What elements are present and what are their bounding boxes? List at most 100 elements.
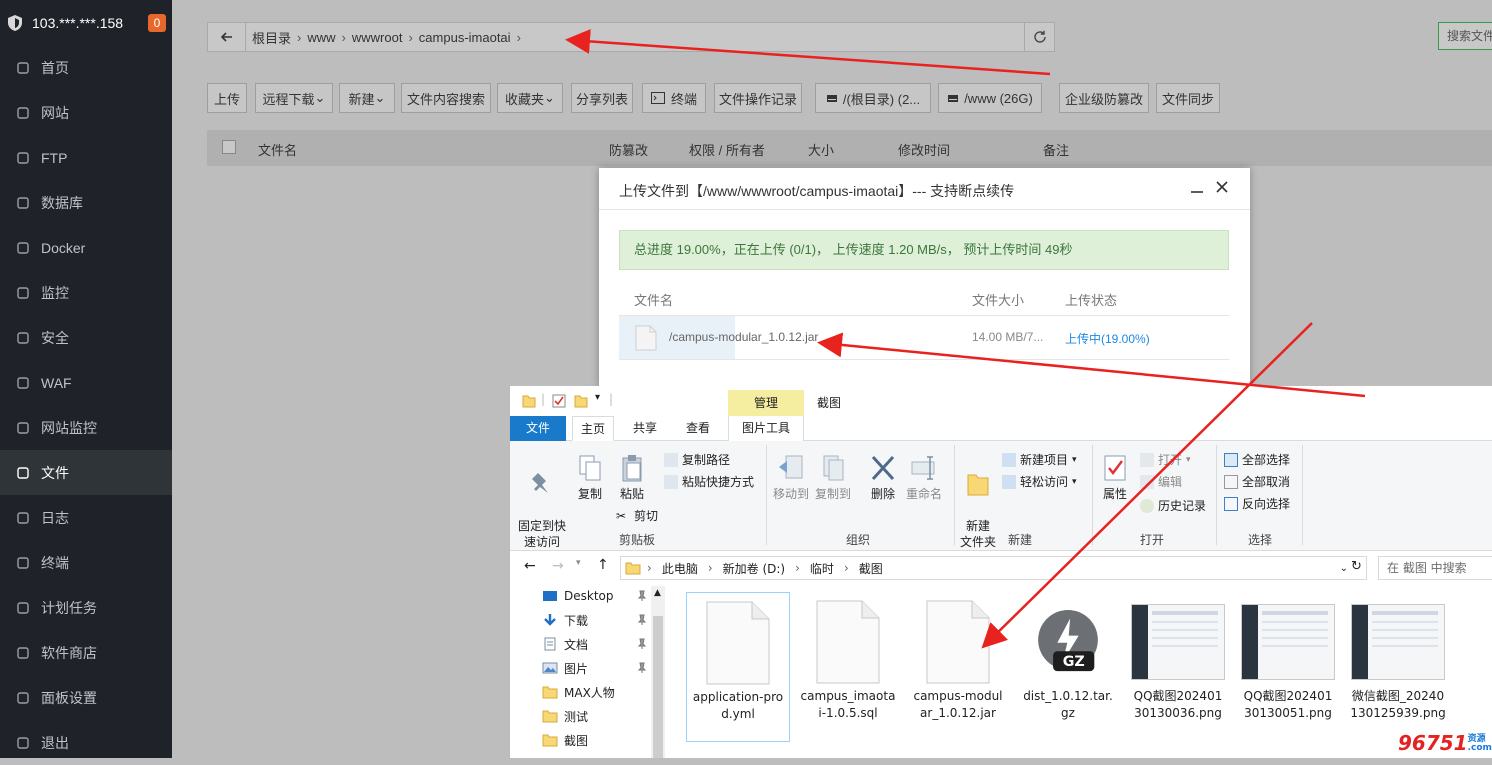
crumb-campus-imaotai[interactable]: campus-imaotai <box>413 30 517 45</box>
new-button[interactable]: 新建 ⌄ <box>339 83 395 113</box>
nav-item-folder[interactable]: 截图 <box>542 729 588 751</box>
edit-button[interactable]: 编辑 <box>1140 473 1182 490</box>
file-item[interactable]: GZ dist_1.0.12.tar.gz <box>1016 592 1120 742</box>
easy-access-button[interactable]: 轻松访问 ▾ <box>1002 473 1077 490</box>
paste-button[interactable]: 粘贴 <box>614 453 650 502</box>
history-button[interactable]: 历史记录 <box>1140 497 1206 514</box>
select-all-button[interactable]: 全部选择 <box>1224 451 1290 468</box>
sidebar-item-waf[interactable]: WAF <box>0 360 172 405</box>
sidebar-item-docker[interactable]: Docker <box>0 225 172 270</box>
remote-download-button[interactable]: 远程下载 ⌄ <box>255 83 333 113</box>
sidebar-item-home[interactable]: 首页 <box>0 45 172 90</box>
disk-www-button[interactable]: /www (26G) <box>938 83 1042 113</box>
quick-access-dropdown-icon[interactable]: ▾ <box>595 392 600 403</box>
recent-dropdown-icon[interactable]: ▾ <box>576 558 581 568</box>
sidebar-item-globe[interactable]: 网站 <box>0 90 172 135</box>
sidebar-item-store[interactable]: 软件商店 <box>0 630 172 675</box>
rename-button[interactable]: 重命名 <box>904 453 944 502</box>
addr-this-pc[interactable]: 此电脑 <box>662 560 698 577</box>
address-bar[interactable]: › 此电脑 › 新加卷 (D:) › 临时 › 截图 ⌄ <box>620 556 1367 580</box>
file-item[interactable]: 微信截图_20240130125939.png <box>1346 592 1450 742</box>
nav-item-desktop[interactable]: Desktop <box>542 585 614 607</box>
forward-arrow-icon[interactable]: → <box>552 558 564 574</box>
pin-icon[interactable] <box>637 614 647 626</box>
back-button[interactable] <box>208 23 246 51</box>
close-icon[interactable] <box>1215 180 1229 194</box>
share-list-button[interactable]: 分享列表 <box>571 83 633 113</box>
pin-icon[interactable] <box>637 662 647 674</box>
refresh-button[interactable] <box>1024 23 1054 51</box>
file-item[interactable]: application-prod.yml <box>686 592 790 742</box>
tab-share[interactable]: 共享 <box>624 416 666 441</box>
tab-file[interactable]: 文件 <box>510 416 566 441</box>
search-file-button[interactable]: 搜索文件 <box>1438 22 1492 50</box>
addr-temp[interactable]: 临时 <box>810 560 834 577</box>
sidebar-item-site-monitor[interactable]: 网站监控 <box>0 405 172 450</box>
tab-home[interactable]: 主页 <box>572 416 614 441</box>
move-to-button[interactable]: 移动到 <box>772 453 810 502</box>
pin-quick-access-button[interactable]: 固定到快 速访问 <box>516 453 568 550</box>
copy-path-button[interactable]: 复制路径 <box>664 451 730 468</box>
nav-item-picture[interactable]: 图片 <box>542 657 588 679</box>
file-item[interactable]: QQ截图20240130130051.png <box>1236 592 1340 742</box>
col-size[interactable]: 大小 <box>808 140 834 159</box>
crumb-www[interactable]: www <box>301 30 341 45</box>
properties-button[interactable]: 属性 <box>1098 453 1132 502</box>
sidebar-item-ftp[interactable]: FTP <box>0 135 172 180</box>
copy-to-button[interactable]: 复制到 <box>814 453 852 502</box>
properties-check-icon[interactable] <box>552 394 566 408</box>
addr-screenshots[interactable]: 截图 <box>859 560 883 577</box>
new-folder-quick-icon[interactable] <box>574 394 588 408</box>
sidebar-item-shield[interactable]: 安全 <box>0 315 172 360</box>
paste-shortcut-button[interactable]: 粘贴快捷方式 <box>664 473 754 490</box>
file-item[interactable]: campus-modular_1.0.12.jar <box>906 592 1010 742</box>
sidebar-item-logout[interactable]: 退出 <box>0 720 172 765</box>
open-button[interactable]: 打开 ▾ <box>1140 451 1191 468</box>
tab-picture-tools[interactable]: 图片工具 <box>728 416 804 441</box>
sidebar-item-schedule[interactable]: 计划任务 <box>0 585 172 630</box>
nav-item-folder[interactable]: 测试 <box>542 705 588 727</box>
pin-icon[interactable] <box>637 638 647 650</box>
pin-icon[interactable] <box>637 590 647 602</box>
file-item[interactable]: campus_imaotai-1.0.5.sql <box>796 592 900 742</box>
new-folder-button[interactable]: 新建 文件夹 <box>958 453 998 550</box>
refresh-icon[interactable]: ↻ <box>1351 559 1362 574</box>
notification-badge[interactable]: 0 <box>148 14 166 32</box>
nav-item-document[interactable]: 文档 <box>542 633 588 655</box>
cut-button[interactable]: ✂ 剪切 <box>616 507 658 524</box>
sidebar-item-terminal[interactable]: 终端 <box>0 540 172 585</box>
file-item[interactable]: QQ截图20240130130036.png <box>1126 592 1230 742</box>
up-arrow-icon[interactable]: ↑ <box>597 557 609 573</box>
select-all-checkbox[interactable] <box>222 140 236 154</box>
crumb-root[interactable]: 根目录 <box>246 28 297 47</box>
addr-drive[interactable]: 新加卷 (D:) <box>723 560 785 577</box>
crumb-wwwroot[interactable]: wwwroot <box>346 30 409 45</box>
disk-root-button[interactable]: /(根目录) (2... <box>815 83 931 113</box>
content-search-button[interactable]: 文件内容搜索 <box>401 83 491 113</box>
address-dropdown-icon[interactable]: ⌄ <box>1340 563 1348 574</box>
favorites-button[interactable]: 收藏夹 ⌄ <box>497 83 563 113</box>
explorer-search-input[interactable]: 在 截图 中搜索 <box>1378 556 1492 580</box>
nav-item-download[interactable]: 下载 <box>542 609 588 631</box>
sync-button[interactable]: 文件同步 <box>1156 83 1220 113</box>
invert-selection-button[interactable]: 反向选择 <box>1224 495 1290 512</box>
sidebar-item-log[interactable]: 日志 <box>0 495 172 540</box>
tab-view[interactable]: 查看 <box>676 416 720 441</box>
sidebar-item-monitor[interactable]: 监控 <box>0 270 172 315</box>
new-item-button[interactable]: 新建项目 ▾ <box>1002 451 1077 468</box>
copy-button[interactable]: 复制 <box>572 453 608 502</box>
nav-scrollbar[interactable]: ▲ <box>651 586 665 758</box>
sidebar-item-database[interactable]: 数据库 <box>0 180 172 225</box>
col-name[interactable]: 文件名 <box>258 140 297 159</box>
select-none-button[interactable]: 全部取消 <box>1224 473 1290 490</box>
minimize-icon[interactable] <box>1190 180 1204 194</box>
sidebar-item-settings[interactable]: 面板设置 <box>0 675 172 720</box>
upload-button[interactable]: 上传 <box>207 83 247 113</box>
delete-button[interactable]: 删除 <box>866 453 900 502</box>
tamper-button[interactable]: 企业级防篡改 <box>1059 83 1149 113</box>
back-arrow-icon[interactable]: ← <box>524 558 536 574</box>
sidebar-item-folder[interactable]: 文件 <box>0 450 172 495</box>
terminal-button[interactable]: 终端 <box>642 83 706 113</box>
op-log-button[interactable]: 文件操作记录 <box>714 83 802 113</box>
nav-item-folder[interactable]: MAX人物 <box>542 681 615 703</box>
